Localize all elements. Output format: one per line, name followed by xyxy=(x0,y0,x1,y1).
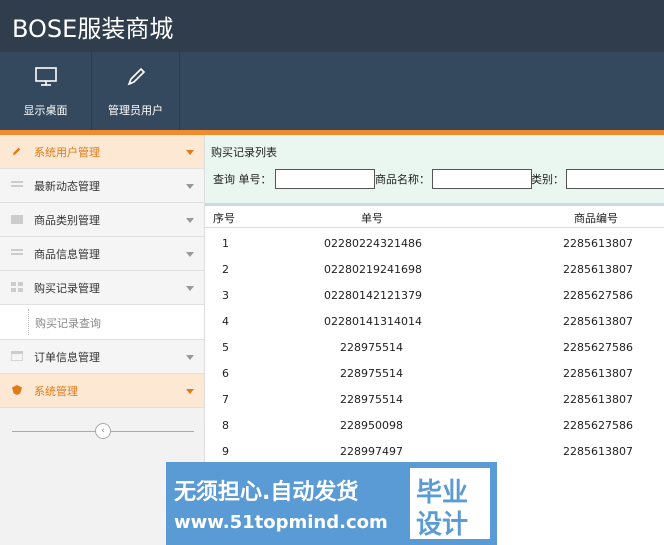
watermark-slogan: 无须担心.自动发货 xyxy=(174,480,359,505)
column-header-index: 序号 xyxy=(213,212,235,225)
cell-index: 1 xyxy=(222,237,229,250)
cell-index: 3 xyxy=(222,289,229,302)
shield-icon xyxy=(12,385,22,395)
grid-icon xyxy=(11,282,23,292)
chevron-left-icon[interactable]: ‹ xyxy=(95,423,111,439)
sidebar-item-system-users[interactable]: 系统用户管理 xyxy=(0,135,204,169)
cell-product-code: 2285613807 xyxy=(563,367,633,380)
chevron-down-icon xyxy=(186,184,194,189)
list-icon xyxy=(11,249,23,255)
sidebar-subitem-purchase-query[interactable]: 购买记录查询 xyxy=(0,305,204,340)
product-name-input[interactable] xyxy=(432,169,532,189)
cell-index: 6 xyxy=(222,367,229,380)
cell-index: 4 xyxy=(222,315,229,328)
cell-product-code: 2285613807 xyxy=(563,393,633,406)
cell-index: 7 xyxy=(222,393,229,406)
cell-order-number: 228975514 xyxy=(340,341,403,354)
chevron-down-icon xyxy=(186,150,194,155)
sidebar-item-label: 商品类别管理 xyxy=(34,214,100,227)
chevron-down-icon xyxy=(186,286,194,291)
category-input[interactable] xyxy=(566,169,664,189)
tree-line xyxy=(28,309,30,335)
cell-order-number: 228975514 xyxy=(340,367,403,380)
watermark-url: www.51topmind.com xyxy=(174,512,388,533)
category-label: 类别： xyxy=(531,173,564,186)
cell-product-code: 2285627586 xyxy=(563,289,633,302)
sidebar-item-categories[interactable]: 商品类别管理 xyxy=(0,203,204,237)
cell-index: 5 xyxy=(222,341,229,354)
cell-order-number: 02280141314014 xyxy=(324,315,422,328)
show-desktop-label: 显示桌面 xyxy=(23,104,68,117)
watermark-banner: 无须担心.自动发货 www.51topmind.com 毕业 设计 xyxy=(166,462,497,545)
toolbar: 显示桌面 管理员用户 xyxy=(0,52,664,130)
sidebar-item-label: 订单信息管理 xyxy=(34,351,100,364)
chevron-down-icon xyxy=(186,389,194,394)
product-name-label: 商品名称： xyxy=(375,173,430,186)
table-row[interactable]: 6 228975514 2285613807 xyxy=(205,360,664,386)
divider xyxy=(205,227,664,228)
admin-user-label: 管理员用户 xyxy=(108,104,163,117)
cell-order-number: 228950098 xyxy=(340,419,403,432)
calendar-icon xyxy=(11,351,23,361)
cell-index: 2 xyxy=(222,263,229,276)
table-row[interactable]: 3 02280142121379 2285627586 xyxy=(205,282,664,308)
table-row[interactable]: 2 02280219241698 2285613807 xyxy=(205,256,664,282)
pen-icon xyxy=(127,67,145,86)
column-header-order-number: 单号 xyxy=(361,212,383,225)
admin-user-button[interactable]: 管理员用户 xyxy=(92,52,180,130)
cell-index: 9 xyxy=(222,445,229,458)
sidebar-item-system-admin[interactable]: 系统管理 xyxy=(0,374,204,408)
pencil-icon xyxy=(12,147,21,156)
table-row[interactable]: 4 02280141314014 2285613807 xyxy=(205,308,664,334)
sidebar-subitem-label: 购买记录查询 xyxy=(35,317,101,330)
show-desktop-button[interactable]: 显示桌面 xyxy=(0,52,92,130)
sidebar-item-purchase-records[interactable]: 购买记录管理 xyxy=(0,271,204,305)
sidebar-item-label: 系统管理 xyxy=(34,385,78,398)
folder-icon xyxy=(11,215,23,224)
cell-product-code: 2285613807 xyxy=(563,445,633,458)
cell-product-code: 2285627586 xyxy=(563,419,633,432)
table-row[interactable]: 8 228950098 2285627586 xyxy=(205,412,664,438)
list-icon xyxy=(11,181,23,187)
cell-product-code: 2285613807 xyxy=(563,263,633,276)
chevron-down-icon xyxy=(186,218,194,223)
column-header-product-code: 商品编号 xyxy=(574,212,618,225)
table-row[interactable]: 5 228975514 2285627586 xyxy=(205,334,664,360)
sidebar-item-label: 商品信息管理 xyxy=(34,248,100,261)
cell-product-code: 2285613807 xyxy=(563,315,633,328)
cell-order-number: 02280142121379 xyxy=(324,289,422,302)
watermark-badge-line2: 设计 xyxy=(416,510,469,540)
cell-product-code: 2285627586 xyxy=(563,341,633,354)
app-header: BOSE服装商城 xyxy=(0,0,664,52)
cell-order-number: 228975514 xyxy=(340,393,403,406)
sidebar-item-label: 系统用户管理 xyxy=(34,146,100,159)
cell-index: 8 xyxy=(222,419,229,432)
sidebar-item-news[interactable]: 最新动态管理 xyxy=(0,169,204,203)
table-row[interactable]: 9 228997497 2285613807 xyxy=(205,438,664,464)
search-bar: 查询 单号： 商品名称： 类别： xyxy=(205,161,664,203)
panel-title: 购买记录列表 xyxy=(211,146,277,159)
order-number-input[interactable] xyxy=(275,169,375,189)
sidebar-item-orders[interactable]: 订单信息管理 xyxy=(0,340,204,374)
monitor-icon xyxy=(34,67,57,86)
cell-order-number: 02280224321486 xyxy=(324,237,422,250)
sidebar-item-label: 购买记录管理 xyxy=(34,282,100,295)
cell-order-number: 02280219241698 xyxy=(324,263,422,276)
cell-product-code: 2285613807 xyxy=(563,237,633,250)
cell-order-number: 228997497 xyxy=(340,445,403,458)
panel-header: 购买记录列表 xyxy=(205,135,664,161)
divider xyxy=(205,203,664,206)
table-row[interactable]: 7 228975514 2285613807 xyxy=(205,386,664,412)
app-title: BOSE服装商城 xyxy=(12,15,174,43)
table-row[interactable]: 1 02280224321486 2285613807 xyxy=(205,230,664,256)
order-number-label: 查询 单号： xyxy=(213,173,272,186)
sidebar-item-products[interactable]: 商品信息管理 xyxy=(0,237,204,271)
watermark-badge: 毕业 设计 xyxy=(410,468,490,540)
chevron-down-icon xyxy=(186,252,194,257)
sidebar-item-label: 最新动态管理 xyxy=(34,180,100,193)
chevron-down-icon xyxy=(186,355,194,360)
sidebar-collapse-control[interactable]: ‹ xyxy=(12,423,194,439)
